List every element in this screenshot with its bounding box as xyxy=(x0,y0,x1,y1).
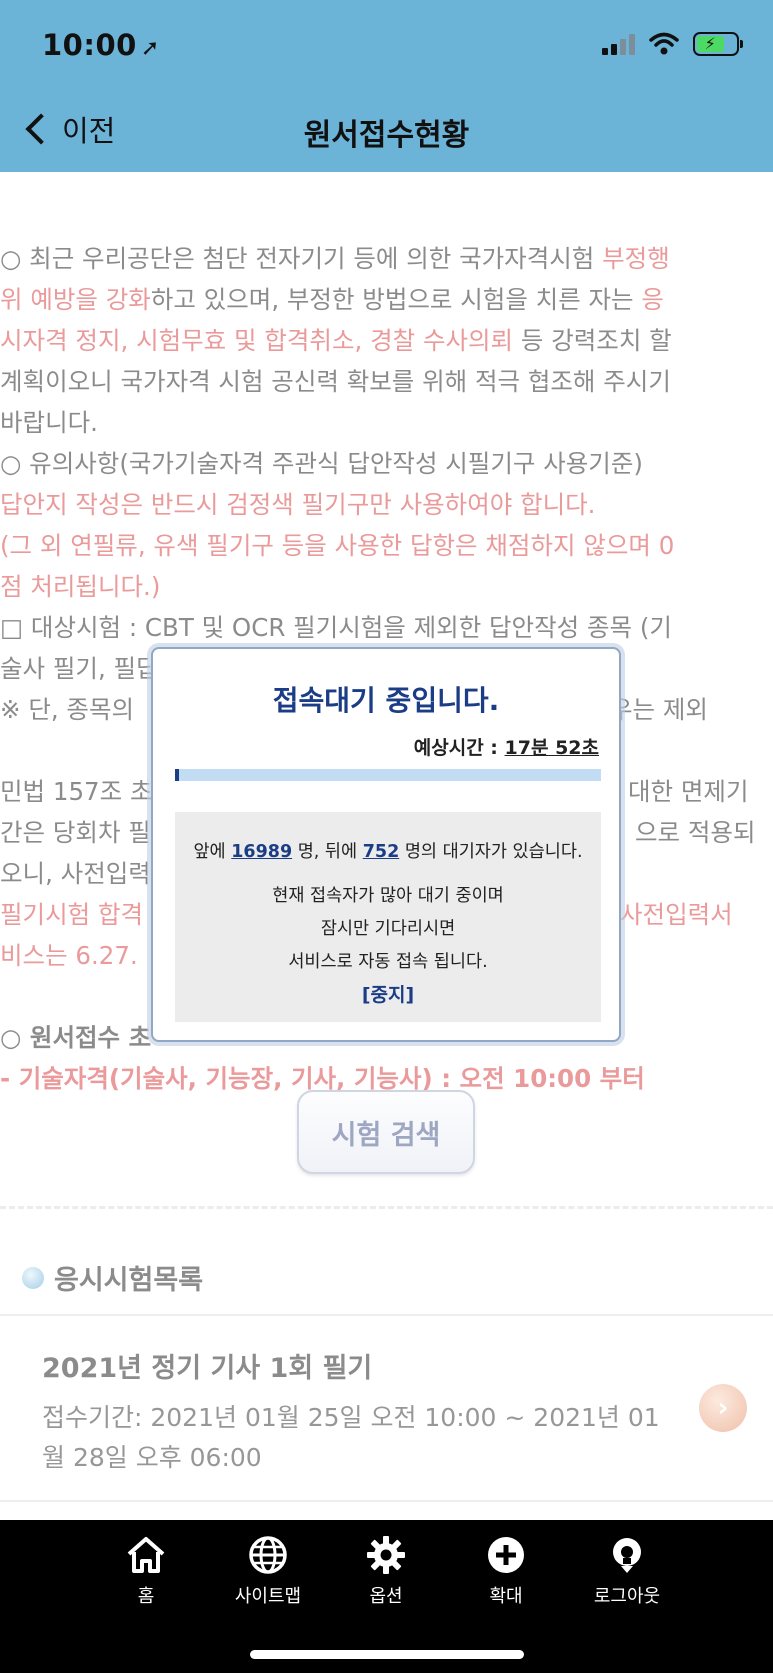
battery-icon: ⚡ xyxy=(693,32,743,56)
cellular-signal-icon xyxy=(602,33,635,55)
logout-icon xyxy=(613,1538,641,1573)
tab-sitemap[interactable]: 사이트맵 xyxy=(213,1534,323,1608)
gear-icon xyxy=(367,1536,405,1574)
home-indicator xyxy=(250,1650,524,1659)
home-icon xyxy=(127,1537,165,1573)
queue-status: 앞에 16989 명, 뒤에 752 명의 대기자가 있습니다. xyxy=(193,842,583,862)
status-icons: ⚡ xyxy=(602,32,743,56)
queue-message: 현재 접속자가 많아 대기 중이며 잠시만 기다리시면 서비스로 자동 접속 됩… xyxy=(272,886,504,972)
wifi-icon xyxy=(649,32,679,55)
page-title: 원서접수현황 xyxy=(303,118,470,153)
globe-icon xyxy=(249,1536,287,1574)
modal-title: 접속대기 중입니다. xyxy=(272,684,500,717)
estimated-time: 예상시간 : 17분 52초 xyxy=(413,737,599,759)
queue-progress-bar xyxy=(175,769,601,781)
tab-zoom[interactable]: 확대 xyxy=(451,1534,561,1608)
tab-options[interactable]: 옵션 xyxy=(331,1534,441,1608)
tab-logout[interactable]: 로그아웃 xyxy=(572,1534,682,1608)
top-bar: 10:00 ➚ ⚡ 이전 원서접수현황 xyxy=(0,0,773,172)
status-time: 10:00 ➚ xyxy=(42,28,160,62)
queue-progress-fill xyxy=(175,769,180,781)
tab-home[interactable]: 홈 xyxy=(91,1534,201,1608)
location-arrow-icon: ➚ xyxy=(140,36,160,61)
stop-button[interactable]: [중지] xyxy=(175,980,601,1007)
queue-info-box: 앞에 16989 명, 뒤에 752 명의 대기자가 있습니다. 현재 접속자가… xyxy=(175,812,601,1022)
queue-modal: 접속대기 중입니다. 예상시간 : 17분 52초 앞에 16989 명, 뒤에… xyxy=(151,647,621,1042)
plus-circle-icon xyxy=(488,1537,524,1573)
